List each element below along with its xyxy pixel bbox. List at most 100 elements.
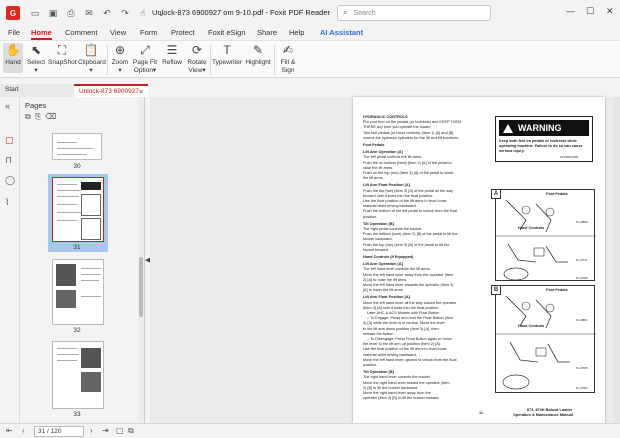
figure-a: Foot Pedals Hand Controls N-13880 N-1374… [495,189,596,281]
clipboard-icon: 📋 [83,43,99,57]
clipboard-button[interactable]: 📋 Clipboard ▾ [78,43,106,75]
attachments-icon[interactable]: ⌇ [5,197,9,208]
page-delete-icon[interactable]: ⌫ [45,112,56,121]
page-text-line: – To Disengage: Press Float Button again… [367,337,452,341]
tab-current-document[interactable]: Unlock-873 6900927 ... ✕ [74,84,148,102]
search-input[interactable]: ⌕ Search [337,5,491,21]
open-folder-icon[interactable]: ▭ [30,8,40,18]
pages-panel-scrollbar[interactable] [138,97,144,423]
status-bar: ⇤ ‹ 31 / 120 › ⇥ ▢ ⧉ [0,423,620,438]
page-text-line: to the lift arm down position (Item 3) [… [363,326,439,331]
pages-panel-title: Pages [25,101,47,110]
thumbnail-label: 30 [73,163,81,170]
menu-bar: File Home Comment View Form Protect Foxi… [0,26,620,40]
tab-start[interactable]: Start [0,84,74,97]
pages-panel-icon[interactable]: ▢ [5,135,14,146]
close-window-button[interactable]: ✕ [606,6,614,17]
fill-sign-button[interactable]: ✍ Fill & Sign [277,43,299,75]
menu-protect[interactable]: Protect [171,28,195,37]
previous-page-icon[interactable]: ‹ [22,426,25,435]
search-icon: ⌕ [343,8,348,17]
quick-access-toolbar: ▭ ▣ ⎙ ✉ ↶ ↷ ☝ ⌄ [30,8,166,18]
menu-home[interactable]: Home [31,28,52,40]
menu-foxit-esign[interactable]: Foxit eSign [208,28,246,37]
redo-icon[interactable]: ↷ [120,8,130,18]
bookmarks-icon[interactable]: ⊓ [5,155,12,166]
comments-icon[interactable]: ◯ [5,175,15,186]
page-text-line: Foot Pedals [363,143,385,147]
print-icon[interactable]: ⎙ [66,8,76,18]
warning-triangle-icon [503,123,513,133]
snapshot-button[interactable]: ⛶ SnapShot [48,43,77,67]
last-page-icon[interactable]: ⇥ [102,426,109,435]
first-page-icon[interactable]: ⇤ [6,426,13,435]
page-text-line: 2) [B] to tilt the bucket backward. [363,385,419,390]
scrollbar-thumb[interactable] [139,257,143,317]
next-page-icon[interactable]: › [90,426,93,435]
document-viewport[interactable]: HYDRAULIC CONTROLS Put your feet on the p… [150,97,620,423]
page-text-line: material while driving backward. [363,204,417,209]
reflow-button[interactable]: ☰ Reflow [160,43,184,67]
page-fit-option-button[interactable]: ⤢ Page Fit Option▾ [132,43,158,75]
minimize-button[interactable]: — [566,6,575,16]
page-thumbnail-31[interactable] [52,177,104,242]
hand-tool-dropdown-icon[interactable]: ☝ [138,8,148,18]
document-scrollbar[interactable] [614,97,620,423]
page-text-line: bucket forward. [363,247,389,252]
select-tool-button[interactable]: ⬉ Select ▾ [26,43,46,75]
undo-icon[interactable]: ↶ [102,8,112,18]
menu-view[interactable]: View [110,28,126,37]
page-text-line: Move the left hand lever all the way tow… [363,300,457,305]
page-text-line: the lever to the lift arm up position (I… [363,342,441,347]
page-text-line: 4) [A] while the lever is in neutral. Mo… [363,321,445,326]
close-tab-icon[interactable]: ✕ [139,88,144,96]
figure-a-label: A [491,189,501,199]
page-text-line: forward until it locks into the float po… [363,193,434,198]
menu-file[interactable]: File [8,28,20,37]
zoom-button[interactable]: ⊕ Zoom ▾ [110,43,130,75]
continuous-page-view-icon[interactable]: ⧉ [128,426,134,436]
page-text-line: Lift Arm Float Position [A] [363,183,410,188]
page-text-line: THERE any time you operate the loader. [363,125,432,130]
pages-tools: ⧉ ⎘ ⌫ [25,112,60,122]
hand-tool-button[interactable]: ✋ Hand [3,43,23,73]
page-text-line: HYDRAULIC CONTROLS [363,115,408,119]
page-options-icon[interactable]: ⧉ [25,112,31,121]
page-text-line: Lift Arm Operation [A] [363,262,403,267]
page-text-line: Push the top (toe) (Item 3) [A] of the p… [363,188,453,193]
warning-header: WARNING [499,120,589,136]
page-text-line: position. [363,363,378,367]
snapshot-icon: ⛶ [57,43,67,57]
page-number: 11 [479,411,484,415]
email-icon[interactable]: ✉ [84,8,94,18]
page-number-input[interactable]: 31 / 120 [34,426,84,437]
collapse-panel-icon[interactable]: « [5,101,10,111]
foxit-logo-icon: G [6,6,20,20]
cursor-icon: ⬉ [30,43,42,57]
page-text-line: Move the right hand lever toward the ope… [363,380,450,385]
menu-share[interactable]: Share [257,28,277,37]
page-text-line: material while driving backward. [363,352,417,357]
page-extract-icon[interactable]: ⎘ [35,112,41,121]
page-text-line: Later AHC & ACS Models with Float Button [367,311,440,315]
menu-comment[interactable]: Comment [65,28,98,37]
menu-form[interactable]: Form [140,28,158,37]
page-text-line: Move the left hand lever upward to unloc… [363,357,457,362]
maximize-button[interactable]: ☐ [586,6,594,17]
zoom-in-icon: ⊕ [114,43,126,57]
page-thumbnail-30[interactable] [52,133,102,160]
menu-ai-assistant[interactable]: AI Assistant [320,28,363,37]
page-thumbnail-32[interactable] [52,259,104,325]
page-text-line: Push the top (toe) (Item 3) [B] of the p… [363,242,450,247]
menu-help[interactable]: Help [289,28,304,37]
save-icon[interactable]: ▣ [48,8,58,18]
ribbon-divider [107,45,108,75]
reflow-icon: ☰ [166,43,178,57]
page-text-line: Use the float position of the lift arms … [363,199,447,203]
rotate-view-button[interactable]: ⟳ Rotate View▾ [185,43,209,75]
page-thumbnail-33[interactable] [52,341,104,409]
typewriter-button[interactable]: T Typewriter [212,43,242,67]
single-page-view-icon[interactable]: ▢ [116,426,124,435]
highlight-button[interactable]: ✎ Highlight [244,43,272,67]
page-text-line: control the hydraulic cylinders for the … [363,135,460,140]
